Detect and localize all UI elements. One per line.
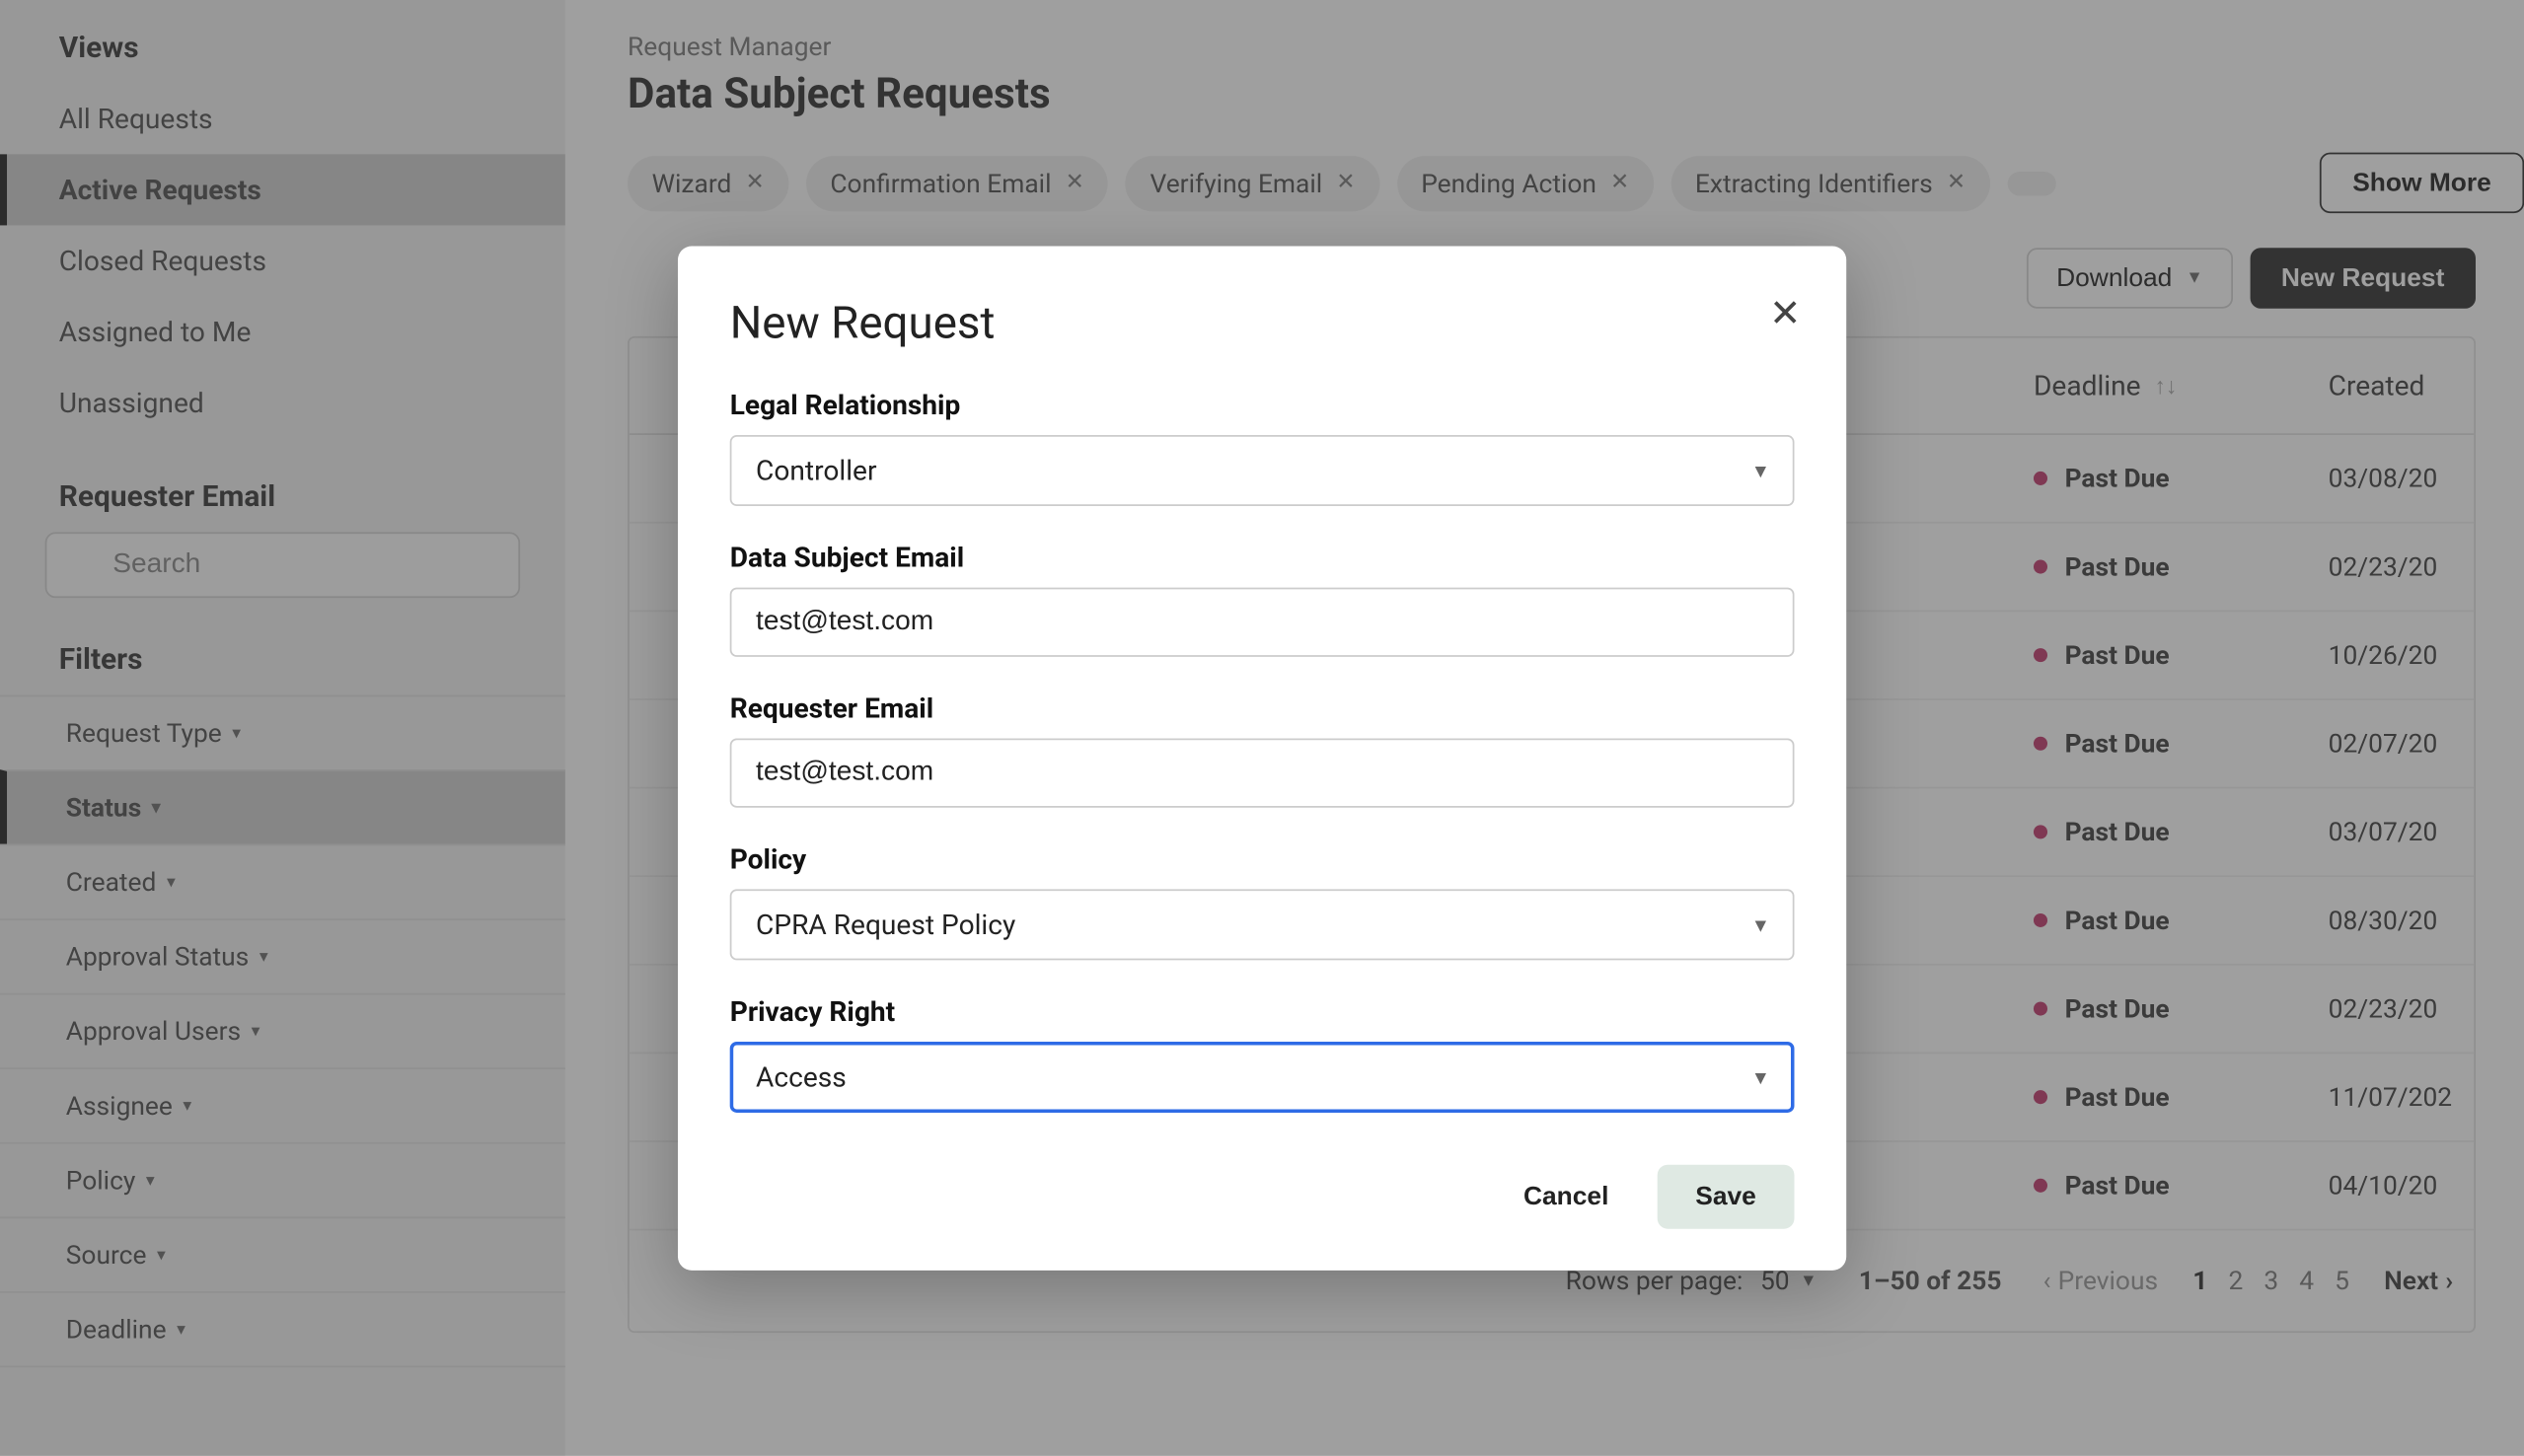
legal-relationship-value: Controller [756, 454, 876, 486]
requester-email-input[interactable] [730, 738, 1795, 807]
close-icon: ✕ [1769, 291, 1801, 334]
policy-value: CPRA Request Policy [756, 909, 1015, 941]
policy-select[interactable]: CPRA Request Policy [730, 889, 1795, 960]
privacy-right-label: Privacy Right [730, 995, 1795, 1028]
modal-title: New Request [730, 298, 1795, 350]
save-button[interactable]: Save [1658, 1165, 1795, 1229]
modal-overlay: New Request ✕ Legal Relationship Control… [0, 0, 2524, 1456]
data-subject-email-input[interactable] [730, 588, 1795, 657]
privacy-right-value: Access [756, 1060, 847, 1093]
policy-label: Policy [730, 842, 1795, 875]
close-button[interactable]: ✕ [1769, 291, 1801, 336]
legal-relationship-label: Legal Relationship [730, 389, 1795, 421]
cancel-button[interactable]: Cancel [1489, 1165, 1644, 1229]
privacy-right-select[interactable]: Access [730, 1042, 1795, 1113]
requester-email-label: Requester Email [730, 692, 1795, 724]
legal-relationship-select[interactable]: Controller [730, 435, 1795, 506]
data-subject-email-label: Data Subject Email [730, 541, 1795, 573]
new-request-modal: New Request ✕ Legal Relationship Control… [678, 246, 1846, 1270]
